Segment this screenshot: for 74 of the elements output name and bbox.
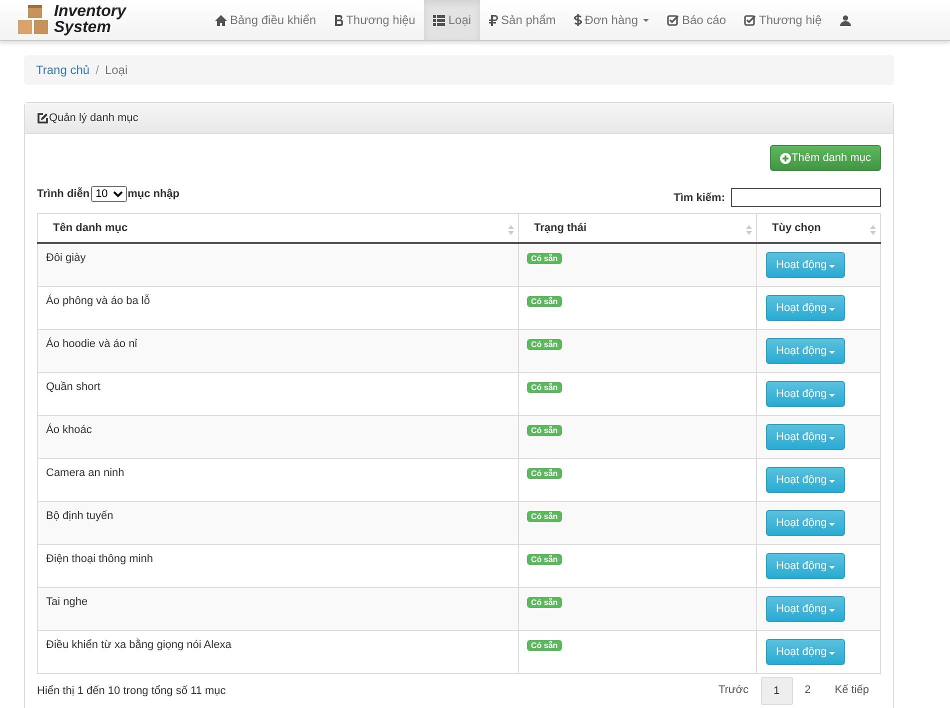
- status-label: Có sẵn: [527, 425, 562, 436]
- action-button[interactable]: Hoạt động: [766, 639, 845, 665]
- table-cell: Áo khoác: [38, 416, 518, 458]
- status-label: Có sẵn: [527, 296, 562, 307]
- table-info: Hiển thị 1 đến 10 trong tổng số 11 mục: [37, 685, 226, 697]
- checkbox-icon: [667, 14, 679, 26]
- nav-item[interactable]: Báo cáo: [658, 0, 736, 40]
- bitcoin-icon: [334, 14, 344, 26]
- caret-icon: [828, 351, 835, 354]
- caret-icon: [828, 523, 835, 526]
- nav-item[interactable]: Bảng điều khiển: [206, 0, 326, 40]
- ruble-icon: [489, 14, 498, 26]
- brand-name[interactable]: System: [54, 20, 126, 36]
- add-category-button[interactable]: Thêm danh mục: [770, 145, 881, 171]
- table-cell: Điều khiển từ xa bằng giọng nói Alexa: [38, 630, 518, 674]
- length-label: mục nhập: [128, 188, 180, 200]
- action-button[interactable]: Hoạt động: [766, 295, 845, 321]
- table-cell: Tai nghe: [38, 588, 518, 630]
- sort-icon: [508, 225, 514, 235]
- caret-icon: [828, 480, 835, 483]
- status-label: Có sẵn: [527, 511, 562, 522]
- action-button[interactable]: Hoạt động: [766, 381, 845, 407]
- status-label: Có sẵn: [527, 468, 562, 479]
- page-link[interactable]: Kế tiếp: [822, 677, 881, 705]
- table-cell: Đôi giày: [38, 243, 518, 286]
- sort-icon: [746, 225, 752, 235]
- caret-icon: [643, 18, 649, 22]
- breadcrumb-current: Loại: [104, 63, 128, 77]
- table-cell: Áo hoodie và áo nỉ: [38, 330, 518, 372]
- caret-icon: [828, 609, 835, 612]
- action-button[interactable]: Hoạt động: [766, 252, 845, 278]
- home-icon: [215, 14, 227, 26]
- search-field[interactable]: [731, 188, 881, 207]
- dollar-icon: [574, 14, 582, 26]
- checkbox-icon: [744, 14, 756, 26]
- breadcrumb-separator: /: [96, 63, 99, 77]
- action-button[interactable]: Hoạt động: [766, 467, 845, 493]
- status-label: Có sẵn: [527, 382, 562, 393]
- page-link[interactable]: 1: [760, 677, 793, 705]
- page-size-select[interactable]: 10: [90, 186, 127, 202]
- action-button[interactable]: Hoạt động: [766, 596, 845, 622]
- caret-icon: [828, 308, 835, 311]
- brand-name[interactable]: Inventory: [54, 4, 126, 20]
- table-cell: Bộ định tuyến: [38, 502, 518, 544]
- edit-icon: [37, 112, 48, 124]
- nav-item[interactable]: Thương hiệu: [325, 0, 424, 40]
- length-label: Trình diễn: [37, 188, 90, 200]
- list-icon: [433, 14, 446, 26]
- nav-item[interactable]: Sản phẩm: [480, 0, 565, 40]
- breadcrumb-link[interactable]: Trang chủ: [36, 63, 90, 77]
- page-link[interactable]: 2: [792, 677, 823, 705]
- action-button[interactable]: Hoạt động: [766, 553, 845, 579]
- caret-icon: [828, 437, 835, 440]
- nav-item[interactable]: Đơn hàng: [564, 0, 658, 40]
- status-label: Có sẵn: [527, 339, 562, 350]
- nav-item[interactable]: Thương hiệ: [735, 0, 831, 40]
- plus-circle-icon: [780, 152, 791, 164]
- page-link[interactable]: Trước: [706, 677, 760, 705]
- status-label: Có sẵn: [527, 640, 562, 651]
- search-label: Tìm kiếm:: [674, 192, 725, 204]
- caret-icon: [828, 394, 835, 397]
- status-label: Có sẵn: [527, 597, 562, 608]
- nav-item[interactable]: Loại: [424, 0, 480, 40]
- action-button[interactable]: Hoạt động: [766, 510, 845, 536]
- action-button[interactable]: Hoạt động: [766, 424, 845, 450]
- caret-icon: [828, 566, 835, 569]
- status-label: Có sẵn: [527, 253, 562, 264]
- status-label: Có sẵn: [527, 554, 562, 565]
- sort-icon: [870, 225, 876, 235]
- user-icon: [840, 14, 851, 26]
- caret-icon: [828, 652, 835, 655]
- panel-title: Quản lý danh mục: [49, 112, 138, 124]
- caret-icon: [828, 265, 835, 268]
- action-button[interactable]: Hoạt động: [766, 338, 845, 364]
